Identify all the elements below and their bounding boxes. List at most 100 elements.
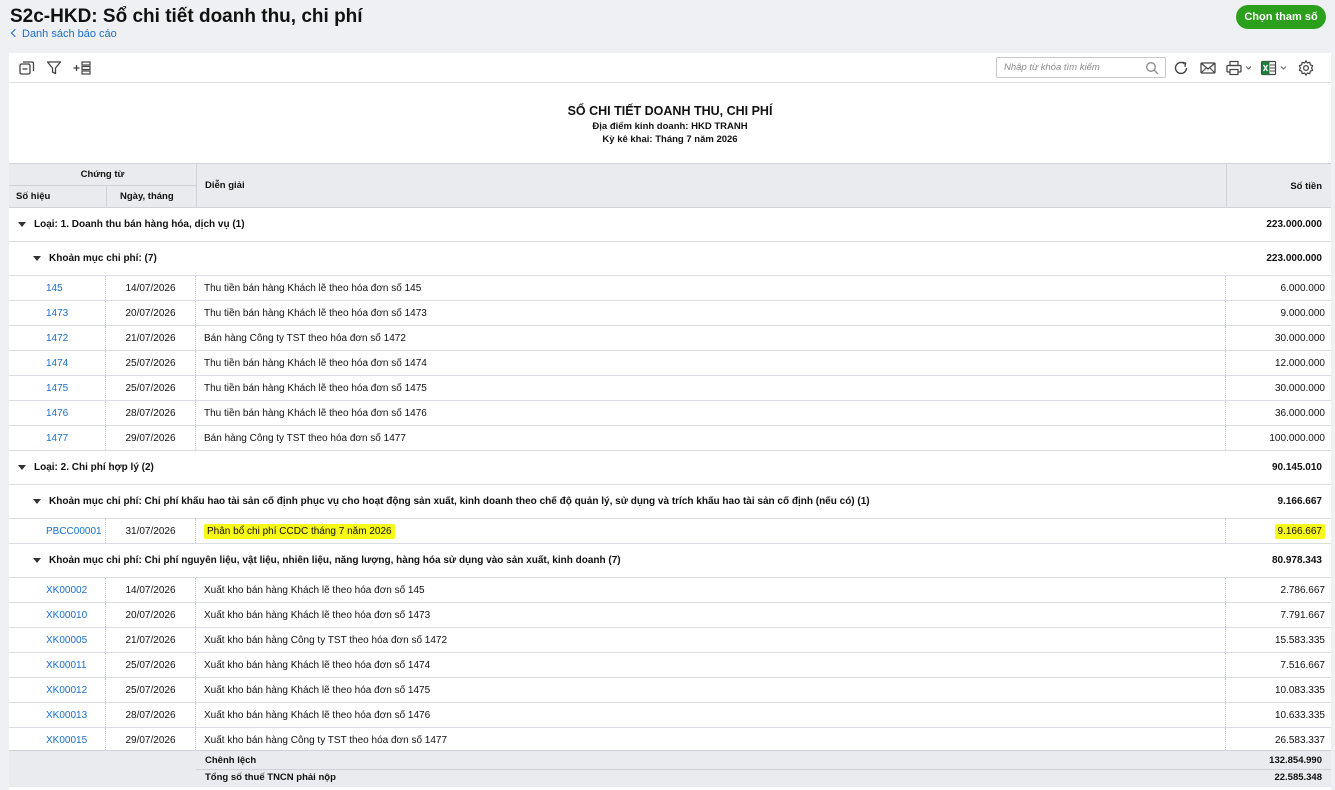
report-business-location: Địa điểm kinh doanh: HKD TRANH xyxy=(592,121,748,132)
table-footer: Chênh lệch 132.854.990 Tổng số thuế TNCN… xyxy=(9,750,1331,787)
caret-down-icon[interactable] xyxy=(33,256,41,261)
group-row-expense-item[interactable]: Khoản mục chi phí: Chi phí nguyên liệu, … xyxy=(9,544,1331,578)
row-description: Xuất kho bán hàng Khách lẽ theo hóa đơn … xyxy=(196,703,1226,727)
table-row[interactable]: 1473 20/07/2026 Thu tiền bán hàng Khách lẽ… xyxy=(9,301,1331,326)
group-toggle[interactable]: Loại: 2. Chi phí hợp lý (2) xyxy=(18,451,154,484)
group-total: 80.978.343 xyxy=(1271,555,1322,566)
search-input[interactable] xyxy=(997,58,1137,77)
column-header-date[interactable]: Ngày, tháng xyxy=(120,191,174,202)
row-amount: 6.000.000 xyxy=(1280,282,1326,294)
voucher-no-link[interactable]: 1476 xyxy=(9,401,106,425)
group-toggle[interactable]: Khoản mục chi phí: (7) xyxy=(33,242,157,275)
group-total: 223.000.000 xyxy=(1266,219,1322,230)
row-amount: 26.583.337 xyxy=(1274,734,1325,746)
column-header-amount[interactable]: Số tiền xyxy=(1290,181,1322,192)
add-column-icon[interactable] xyxy=(72,59,91,77)
group-total: 90.145.010 xyxy=(1271,462,1322,473)
row-amount: 15.583.335 xyxy=(1274,634,1325,646)
voucher-no-link[interactable]: 1477 xyxy=(9,426,106,450)
row-description: Thu tiền bán hàng Khách lẽ theo hóa đơn … xyxy=(196,351,1226,375)
refresh-icon[interactable] xyxy=(1172,59,1190,77)
group-row-category[interactable]: Loại: 2. Chi phí hợp lý (2) 90.145.010 xyxy=(9,451,1331,485)
group-total: 223.000.000 xyxy=(1266,253,1322,264)
voucher-date: 20/07/2026 xyxy=(106,603,196,627)
difference-label: Chênh lệch xyxy=(205,755,257,766)
group-row-category[interactable]: Loại: 1. Doanh thu bán hàng hóa, dịch vụ… xyxy=(9,208,1331,242)
row-amount: 100.000.000 xyxy=(1269,432,1325,444)
table-row[interactable]: 1477 29/07/2026 Bán hàng Công ty TST theo … xyxy=(9,426,1331,451)
group-toggle[interactable]: Loại: 1. Doanh thu bán hàng hóa, dịch vụ… xyxy=(18,208,245,241)
voucher-date: 28/07/2026 xyxy=(106,703,196,727)
column-header-voucher-no[interactable]: Số hiệu xyxy=(16,191,50,202)
table-row[interactable]: 1476 28/07/2026 Thu tiền bán hàng Khách lẽ… xyxy=(9,401,1331,426)
voucher-no-link[interactable]: XK00010 xyxy=(9,603,106,627)
voucher-no-link[interactable]: XK00011 xyxy=(9,653,106,677)
row-description: Thu tiền bán hàng Khách lẽ theo hóa đơn … xyxy=(196,301,1226,325)
voucher-no-link[interactable]: 1472 xyxy=(9,326,106,350)
row-amount: 2.786.667 xyxy=(1280,584,1326,596)
caret-down-icon[interactable] xyxy=(33,558,41,563)
excel-export-icon[interactable] xyxy=(1260,59,1292,77)
collapse-icon[interactable] xyxy=(18,59,36,77)
row-amount: 10.083.335 xyxy=(1274,684,1325,696)
column-header-description[interactable]: Diễn giải xyxy=(205,180,245,191)
page-header: S2c-HKD: Sổ chi tiết doanh thu, chi phí … xyxy=(0,0,1335,52)
row-amount: 30.000.000 xyxy=(1274,332,1325,344)
voucher-no-link[interactable]: PBCC00001 xyxy=(9,519,106,543)
voucher-date: 21/07/2026 xyxy=(106,326,196,350)
chevron-left-icon xyxy=(10,28,20,38)
row-description: Bán hàng Công ty TST theo hóa đơn số 147… xyxy=(196,326,1226,350)
back-to-report-list-link[interactable]: Danh sách báo cáo xyxy=(10,28,117,40)
caret-down-icon[interactable] xyxy=(18,222,26,227)
table-row[interactable]: PBCC00001 31/07/2026 Phân bổ chi phí CCDC … xyxy=(9,519,1331,544)
settings-gear-icon[interactable] xyxy=(1297,59,1315,77)
voucher-no-link[interactable]: XK00013 xyxy=(9,703,106,727)
personal-income-tax-label: Tổng số thuế TNCN phải nộp xyxy=(205,772,336,783)
table-row[interactable]: 145 14/07/2026 Thu tiền bán hàng Khách lẽ … xyxy=(9,276,1331,301)
mail-icon[interactable] xyxy=(1199,59,1217,77)
voucher-no-link[interactable]: 1475 xyxy=(9,376,106,400)
row-description: Xuất kho bán hàng Công ty TST theo hóa đ… xyxy=(196,628,1226,652)
table-row[interactable]: XK00013 28/07/2026 Xuất kho bán hàng Khách… xyxy=(9,703,1331,728)
table-header: Chứng từ Số hiệu Ngày, tháng Diễn giải S… xyxy=(9,163,1331,208)
voucher-no-link[interactable]: 1474 xyxy=(9,351,106,375)
voucher-no-link[interactable]: XK00015 xyxy=(9,728,106,752)
filter-icon[interactable] xyxy=(45,59,63,77)
search-box xyxy=(996,57,1166,78)
print-icon[interactable] xyxy=(1225,59,1255,77)
choose-parameters-button[interactable]: Chọn tham số xyxy=(1236,5,1326,29)
back-link-label: Danh sách báo cáo xyxy=(22,28,117,40)
row-description: Xuất kho bán hàng Khách lẽ theo hóa đơn … xyxy=(196,653,1226,677)
voucher-date: 25/07/2026 xyxy=(106,653,196,677)
voucher-no-link[interactable]: XK00012 xyxy=(9,678,106,702)
voucher-date: 20/07/2026 xyxy=(106,301,196,325)
table-row[interactable]: XK00005 21/07/2026 Xuất kho bán hàng Công … xyxy=(9,628,1331,653)
row-amount: 36.000.000 xyxy=(1274,407,1325,419)
table-row[interactable]: XK00011 25/07/2026 Xuất kho bán hàng Khách… xyxy=(9,653,1331,678)
voucher-no-link[interactable]: XK00002 xyxy=(9,578,106,602)
group-toggle[interactable]: Khoản mục chi phí: Chi phí khấu hao tài … xyxy=(33,485,870,518)
voucher-no-link[interactable]: 145 xyxy=(9,276,106,300)
table-row[interactable]: XK00010 20/07/2026 Xuất kho bán hàng Khách… xyxy=(9,603,1331,628)
table-row[interactable]: 1474 25/07/2026 Thu tiền bán hàng Khách lẽ… xyxy=(9,351,1331,376)
group-row-expense-item[interactable]: Khoản mục chi phí: (7) 223.000.000 xyxy=(9,242,1331,276)
caret-down-icon[interactable] xyxy=(18,465,26,470)
voucher-no-link[interactable]: XK00005 xyxy=(9,628,106,652)
group-toggle[interactable]: Khoản mục chi phí: Chi phí nguyên liệu, … xyxy=(33,544,621,577)
table-row[interactable]: XK00012 25/07/2026 Xuất kho bán hàng Khách… xyxy=(9,678,1331,703)
voucher-no-link[interactable]: 1473 xyxy=(9,301,106,325)
row-description: Xuất kho bán hàng Công ty TST theo hóa đ… xyxy=(196,728,1226,752)
table-row[interactable]: XK00002 14/07/2026 Xuất kho bán hàng Khách… xyxy=(9,578,1331,603)
voucher-date: 29/07/2026 xyxy=(106,728,196,752)
personal-income-tax-value: 22.585.348 xyxy=(1274,772,1322,783)
row-amount: 7.791.667 xyxy=(1280,609,1326,621)
report-title: SỔ CHI TIẾT DOANH THU, CHI PHÍ xyxy=(567,104,773,118)
row-amount: 7.516.667 xyxy=(1280,659,1326,671)
table-row[interactable]: 1472 21/07/2026 Bán hàng Công ty TST theo … xyxy=(9,326,1331,351)
search-icon[interactable] xyxy=(1145,61,1159,75)
report-panel: SỔ CHI TIẾT DOANH THU, CHI PHÍ Địa điểm … xyxy=(9,53,1331,790)
group-row-expense-item[interactable]: Khoản mục chi phí: Chi phí khấu hao tài … xyxy=(9,485,1331,519)
difference-value: 132.854.990 xyxy=(1269,755,1322,766)
table-row[interactable]: 1475 25/07/2026 Thu tiền bán hàng Khách lẽ… xyxy=(9,376,1331,401)
caret-down-icon[interactable] xyxy=(33,499,41,504)
